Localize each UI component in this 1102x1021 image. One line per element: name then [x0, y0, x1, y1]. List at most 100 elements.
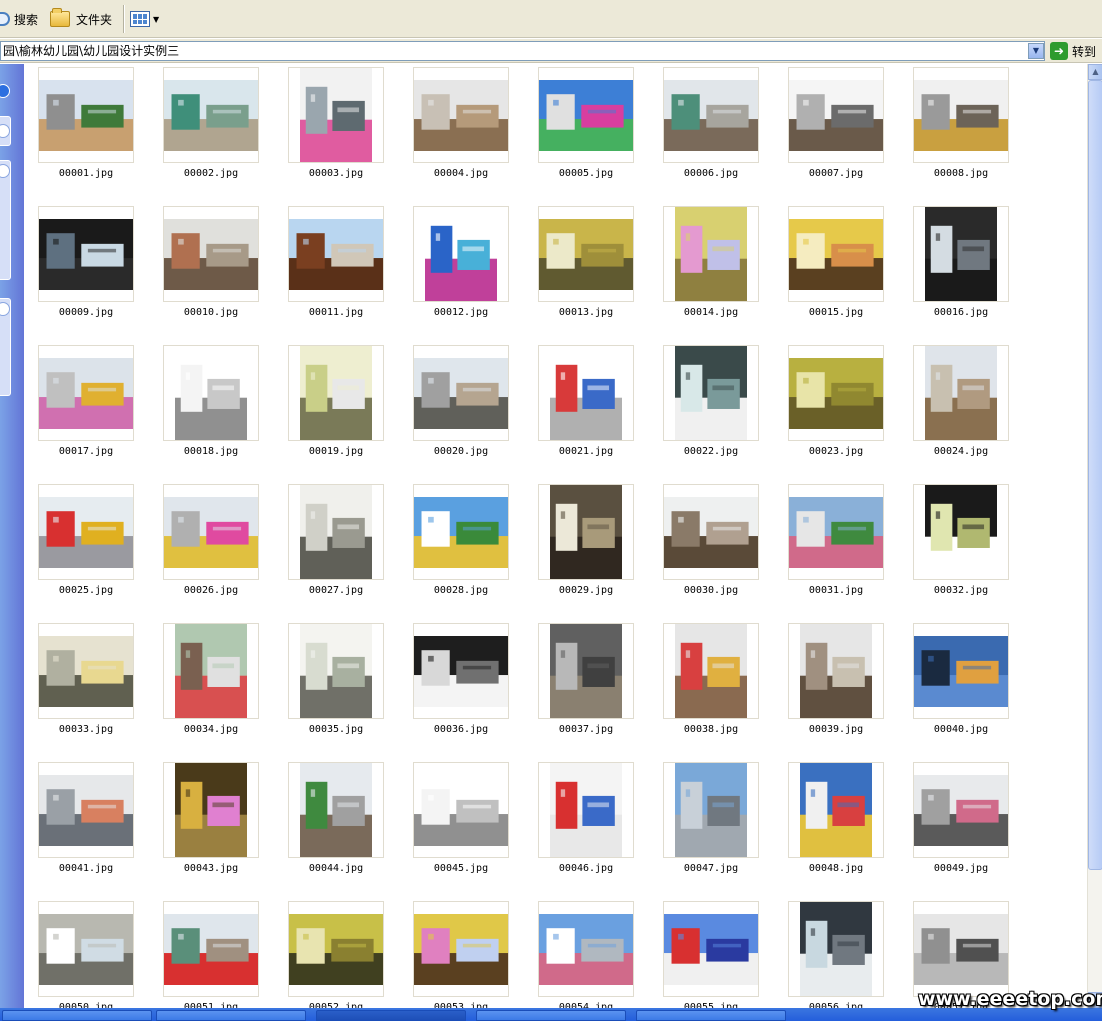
file-thumbnail[interactable]: 00016.jpg	[908, 203, 1009, 328]
taskbar-item[interactable]	[636, 1010, 786, 1021]
thumbnail-image	[914, 913, 1008, 985]
vertical-scrollbar[interactable]: ▲ ▼	[1087, 64, 1102, 1008]
file-thumbnail[interactable]: 00020.jpg	[408, 342, 509, 467]
file-thumbnail[interactable]: 00008.jpg	[908, 64, 1009, 189]
file-thumbnail[interactable]: 00023.jpg	[783, 342, 884, 467]
file-thumbnail[interactable]: 00039.jpg	[783, 620, 884, 745]
file-name: 00036.jpg	[433, 724, 489, 735]
file-thumbnail[interactable]: 00021.jpg	[533, 342, 634, 467]
thumbnail-image	[164, 79, 258, 151]
go-button[interactable]: ➜ 转到	[1050, 41, 1096, 61]
file-thumbnail[interactable]: 00032.jpg	[908, 481, 1009, 606]
thumbnail-image	[300, 624, 372, 718]
file-thumbnail[interactable]: 00055.jpg	[658, 898, 759, 1008]
file-thumbnail[interactable]: 00053.jpg	[408, 898, 509, 1008]
file-thumbnail[interactable]: 00040.jpg	[908, 620, 1009, 745]
thumbnail-frame	[288, 67, 384, 163]
taskbar-item[interactable]	[2, 1010, 152, 1021]
task-pane-section	[0, 160, 11, 280]
views-button[interactable]: ▼	[130, 6, 159, 32]
file-thumbnail[interactable]: 00018.jpg	[158, 342, 259, 467]
file-thumbnail[interactable]: 00029.jpg	[533, 481, 634, 606]
file-thumbnail[interactable]: 00036.jpg	[408, 620, 509, 745]
thumbnail-image	[664, 913, 758, 985]
file-thumbnail[interactable]: 00027.jpg	[283, 481, 384, 606]
thumbnail-image	[414, 635, 508, 707]
file-name: 00020.jpg	[433, 446, 489, 457]
file-thumbnail[interactable]: 00002.jpg	[158, 64, 259, 189]
file-thumbnail[interactable]: 00024.jpg	[908, 342, 1009, 467]
address-path: 园\榆林幼儿园\幼儿园设计实例三	[3, 44, 180, 58]
file-thumbnail[interactable]: 00038.jpg	[658, 620, 759, 745]
thumbnail-frame	[788, 484, 884, 580]
file-thumbnail[interactable]: 00028.jpg	[408, 481, 509, 606]
thumbnail-image	[164, 913, 258, 985]
file-thumbnail[interactable]: 00012.jpg	[408, 203, 509, 328]
thumbnail-frame	[413, 623, 509, 719]
views-icon	[130, 11, 150, 27]
file-thumbnail[interactable]: 00050.jpg	[33, 898, 134, 1008]
file-thumbnail[interactable]: 00034.jpg	[158, 620, 259, 745]
address-dropdown-button[interactable]: ▼	[1028, 43, 1044, 59]
file-thumbnail[interactable]: 00022.jpg	[658, 342, 759, 467]
file-thumbnail[interactable]: 00043.jpg	[158, 759, 259, 884]
file-name: 00009.jpg	[58, 307, 114, 318]
file-thumbnail[interactable]: 00025.jpg	[33, 481, 134, 606]
thumbnail-image	[300, 68, 372, 162]
file-thumbnail[interactable]: 00026.jpg	[158, 481, 259, 606]
file-thumbnail[interactable]: 00007.jpg	[783, 64, 884, 189]
file-list: 00001.jpg 00002.jpg 00003.jpg 00004.jpg 0000…	[24, 64, 1087, 1008]
thumbnail-frame	[163, 901, 259, 997]
file-thumbnail[interactable]: 00035.jpg	[283, 620, 384, 745]
file-thumbnail[interactable]: 00014.jpg	[658, 203, 759, 328]
thumbnail-image	[39, 79, 133, 151]
file-thumbnail[interactable]: 00010.jpg	[158, 203, 259, 328]
file-thumbnail[interactable]: 00052.jpg	[283, 898, 384, 1008]
file-thumbnail[interactable]: 00044.jpg	[283, 759, 384, 884]
file-thumbnail[interactable]: 00004.jpg	[408, 64, 509, 189]
file-thumbnail[interactable]: 00030.jpg	[658, 481, 759, 606]
file-thumbnail[interactable]: 00047.jpg	[658, 759, 759, 884]
taskbar-item[interactable]	[476, 1010, 626, 1021]
folders-button[interactable]: 文件夹	[50, 6, 112, 32]
file-name: 00015.jpg	[808, 307, 864, 318]
thumbnail-frame	[413, 67, 509, 163]
thumbnail-frame	[38, 345, 134, 441]
thumbnail-image	[164, 496, 258, 568]
file-thumbnail[interactable]: 00005.jpg	[533, 64, 634, 189]
file-thumbnail[interactable]: 00051.jpg	[158, 898, 259, 1008]
file-thumbnail[interactable]: 00001.jpg	[33, 64, 134, 189]
file-thumbnail[interactable]: 00019.jpg	[283, 342, 384, 467]
file-thumbnail[interactable]: 00054.jpg	[533, 898, 634, 1008]
thumbnail-image	[925, 207, 997, 301]
search-button[interactable]: 搜索	[0, 6, 38, 32]
file-thumbnail[interactable]: 00009.jpg	[33, 203, 134, 328]
thumbnail-image	[675, 624, 747, 718]
file-thumbnail[interactable]: 00017.jpg	[33, 342, 134, 467]
file-thumbnail[interactable]: 00049.jpg	[908, 759, 1009, 884]
file-thumbnail[interactable]: 00033.jpg	[33, 620, 134, 745]
thumbnail-image	[289, 218, 383, 290]
file-thumbnail[interactable]: 00013.jpg	[533, 203, 634, 328]
file-thumbnail[interactable]: 00041.jpg	[33, 759, 134, 884]
file-thumbnail[interactable]: 00046.jpg	[533, 759, 634, 884]
thumbnail-frame	[38, 901, 134, 997]
address-input[interactable]: 园\榆林幼儿园\幼儿园设计实例三 ▼	[0, 41, 1045, 61]
thumbnail-image	[675, 207, 747, 301]
taskbar-item[interactable]	[156, 1010, 306, 1021]
file-thumbnail[interactable]: 00003.jpg	[283, 64, 384, 189]
file-thumbnail[interactable]: 00006.jpg	[658, 64, 759, 189]
file-thumbnail[interactable]: 00015.jpg	[783, 203, 884, 328]
file-thumbnail[interactable]: 00011.jpg	[283, 203, 384, 328]
taskbar-item-active[interactable]	[316, 1010, 466, 1021]
scroll-thumb[interactable]	[1088, 80, 1102, 870]
scroll-up-button[interactable]: ▲	[1088, 64, 1102, 80]
thumbnail-frame	[163, 484, 259, 580]
file-thumbnail[interactable]: 00037.jpg	[533, 620, 634, 745]
file-thumbnail[interactable]: 00048.jpg	[783, 759, 884, 884]
file-name: 00021.jpg	[558, 446, 614, 457]
file-thumbnail[interactable]: 00045.jpg	[408, 759, 509, 884]
file-thumbnail[interactable]: 00056.jpg	[783, 898, 884, 1008]
expand-icon[interactable]	[0, 84, 10, 98]
file-thumbnail[interactable]: 00031.jpg	[783, 481, 884, 606]
